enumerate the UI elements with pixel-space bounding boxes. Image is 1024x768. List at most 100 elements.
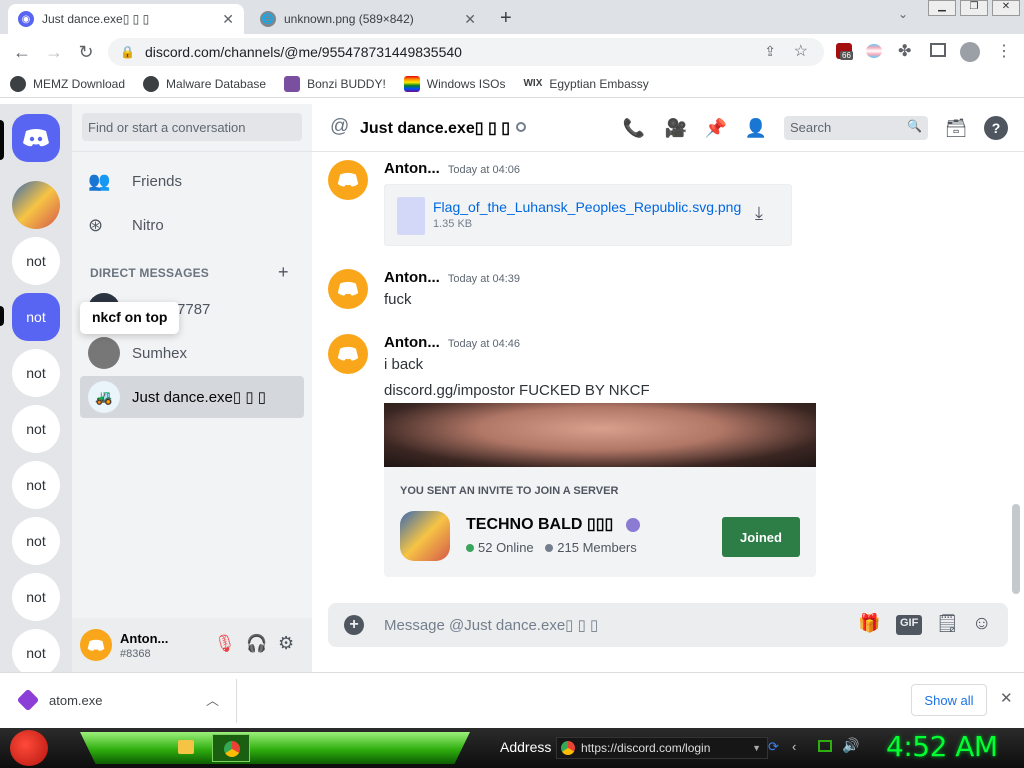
close-tab-icon[interactable]: ✕ [222,11,234,28]
members-dot-icon [545,544,554,552]
close-window-button[interactable]: ✕ [992,0,1020,16]
message-input[interactable]: Message @Just dance.exe▯ ▯ ▯ [384,616,598,634]
server-not-5[interactable]: not [12,461,60,509]
add-friend-icon[interactable]: 👤 [744,116,768,140]
address-toolbar-input[interactable]: https://discord.com/login ▼ [556,737,768,759]
server-label: not [26,309,46,325]
server-not-7[interactable]: not [12,573,60,621]
bookmark-malware-db[interactable]: Malware Database [143,75,266,92]
tab-image[interactable]: 🌐 unknown.png (589×842) ✕ [250,4,486,34]
bookmark-memz[interactable]: MEMZ Download [10,75,125,92]
minimize-button[interactable]: ▁ [928,0,956,16]
chrome-taskbar-button[interactable] [212,734,250,762]
extension-icon[interactable]: 66 [836,43,853,60]
url-text: discord.com/channels/@me/955478731449835… [144,44,462,60]
pinned-messages-icon[interactable]: 📌 [704,116,728,140]
message: Anton... Today at 04:39 fuck [328,269,520,309]
server-not-2[interactable]: not [12,293,60,341]
server-not-6[interactable]: not [12,517,60,565]
invite-stats: 52 Online 215 Members [466,540,637,555]
attach-plus-icon[interactable]: + [344,615,364,635]
maximize-button[interactable]: ❐ [960,0,988,16]
start-button-angry-bird-icon[interactable] [10,730,48,766]
message-author[interactable]: Anton... [384,160,440,177]
file-name-link[interactable]: Flag_of_the_Luhansk_Peoples_Republic.svg… [433,199,741,215]
joined-button[interactable]: Joined [722,517,800,557]
message-text: i back [384,356,424,373]
friends-nav[interactable]: 👥 Friends [80,160,304,202]
tray-volume-icon[interactable]: 🔊 [842,737,859,754]
tray-network-icon[interactable] [818,740,832,752]
close-tab-icon[interactable]: ✕ [464,11,476,28]
flag-extension-icon[interactable] [866,44,882,58]
message: Anton... Today at 04:46 i back discord.gg… [328,334,816,577]
channel-title: Just dance.exe▯ ▯ ▯ [360,120,511,137]
address-bar[interactable]: 🔒 discord.com/channels/@me/9554787314498… [108,38,824,66]
share-icon[interactable]: ⇪ [764,43,776,60]
download-icon[interactable]: ⤓ [755,203,763,224]
clock[interactable]: 4:52 AM [886,730,998,763]
close-shelf-icon[interactable]: ✕ [1000,689,1013,707]
dm-name: Just dance.exe▯ ▯ ▯ [132,389,266,406]
server-not-8[interactable]: not [12,629,60,677]
menu-kebab-icon[interactable]: ⋮ [996,41,1012,61]
message-avatar[interactable] [328,160,368,200]
inbox-icon[interactable]: 🗃 [944,116,968,140]
back-arrow-icon[interactable]: ← [6,36,38,68]
message-author[interactable]: Anton... [384,334,440,351]
username: Anton... [120,631,169,646]
find-conversation-input[interactable]: Find or start a conversation [82,113,302,141]
help-icon[interactable]: ? [984,116,1008,140]
dropdown-arrow-icon[interactable]: ▼ [752,743,761,753]
tray-chevron-icon[interactable]: ‹ [792,739,796,754]
server-not-3[interactable]: not [12,349,60,397]
download-file-name[interactable]: atom.exe [49,693,102,708]
globe-icon [10,75,26,92]
forward-arrow-icon[interactable]: → [38,36,70,68]
gift-icon[interactable]: 🎁 [858,613,880,634]
direct-messages-heading: DIRECT MESSAGES [90,266,210,280]
puzzle-extensions-icon[interactable]: ✤ [898,41,911,61]
side-panel-icon[interactable] [930,43,946,57]
friends-icon: 👥 [88,170,111,191]
bookmark-bonzi[interactable]: Bonzi BUDDY! [284,75,386,92]
mute-mic-icon[interactable]: 🎙 [214,634,236,654]
tab-search-icon[interactable]: ⌄ [898,7,908,21]
headphones-icon[interactable]: 🎧 [246,634,267,654]
bookmark-star-icon[interactable]: ☆ [794,41,808,61]
bookmark-egyptian-embassy[interactable]: WIX Egyptian Embassy [523,77,648,91]
status-offline-icon [516,122,526,132]
dm-item-sumhex[interactable]: Sumhex [80,332,304,374]
message-author[interactable]: Anton... [384,269,440,286]
video-call-icon[interactable]: 🎥 [664,116,688,140]
tab-discord[interactable]: ◉ Just dance.exe▯ ▯ ▯ ✕ [8,4,244,34]
dm-item-just-dance[interactable]: 🚜 Just dance.exe▯ ▯ ▯ [80,376,304,418]
bookmark-windows-isos[interactable]: Windows ISOs [403,75,505,92]
message-avatar[interactable] [328,269,368,309]
taskbar-green-band [80,732,470,764]
profile-avatar[interactable] [960,42,980,62]
reload-icon[interactable]: ↻ [70,36,102,68]
voice-call-icon[interactable]: 📞 [622,116,646,140]
refresh-icon[interactable]: ⟳ [768,739,779,755]
server-not-1[interactable]: not [12,237,60,285]
server-techno-bald-icon[interactable] [12,181,60,229]
new-tab-button[interactable]: + [500,7,512,30]
embedded-image[interactable] [384,403,816,467]
emoji-icon[interactable]: ☺ [972,613,991,635]
sticker-icon[interactable]: 🗒 [936,613,959,634]
message-avatar[interactable] [328,334,368,374]
create-dm-plus-icon[interactable]: + [278,262,289,283]
search-input[interactable]: Search 🔍 [784,116,928,140]
chat-scrollbar[interactable] [1012,504,1020,594]
globe-icon: 🌐 [260,11,276,27]
server-not-4[interactable]: not [12,405,60,453]
settings-gear-icon[interactable]: ⚙ [278,633,294,654]
gif-button[interactable]: GIF [896,615,923,635]
show-all-button[interactable]: Show all [911,684,987,716]
file-explorer-icon[interactable] [178,740,194,754]
nitro-nav[interactable]: ⊛ Nitro [80,204,304,246]
chevron-up-icon[interactable]: ︿ [206,690,219,709]
discord-home-button[interactable] [12,114,60,162]
user-avatar[interactable] [80,629,112,661]
